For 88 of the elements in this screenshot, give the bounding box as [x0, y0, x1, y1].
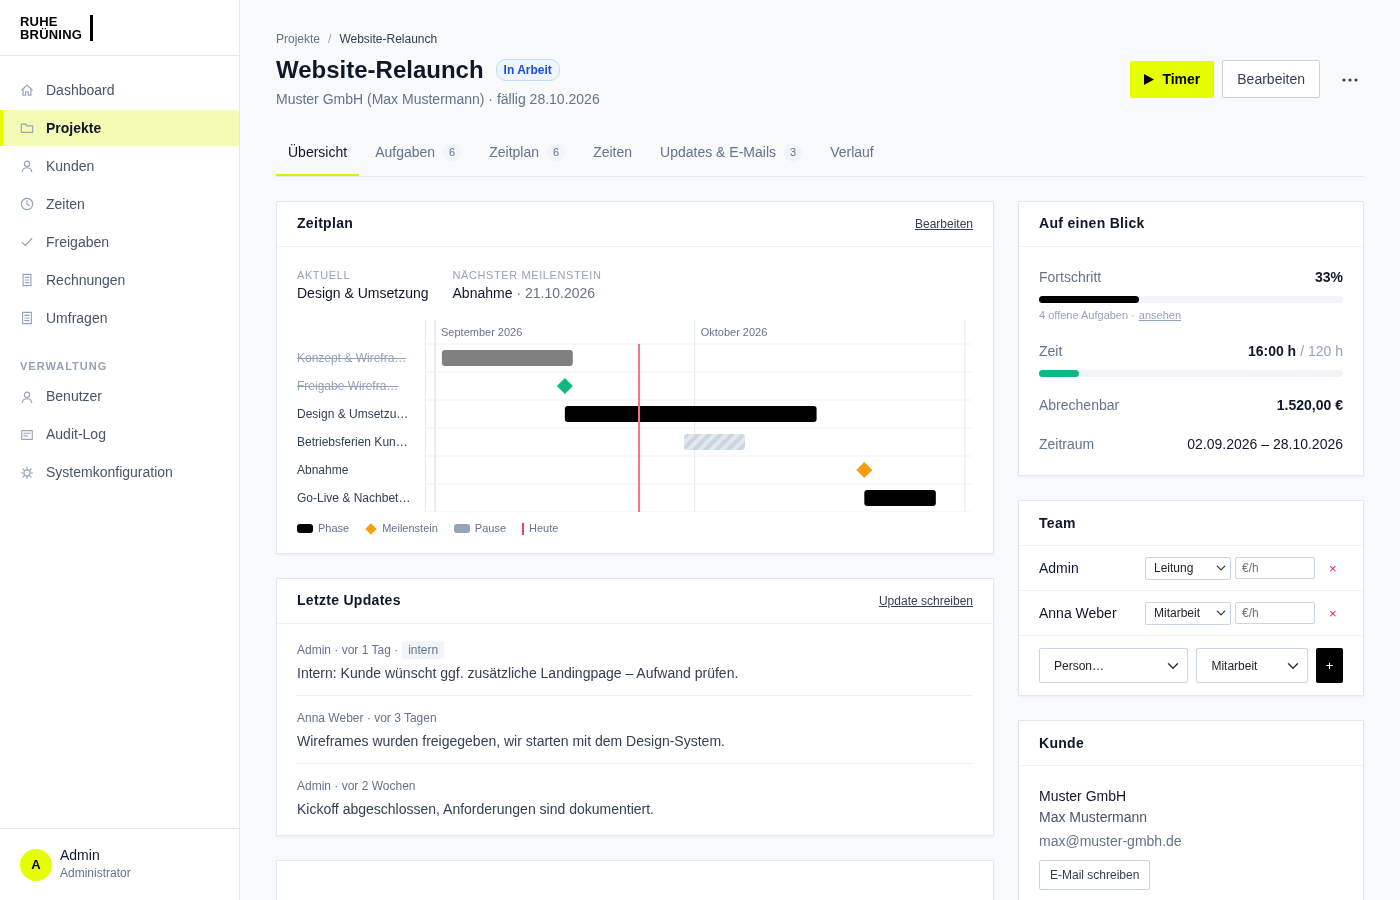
member-name: Admin: [1039, 558, 1080, 578]
timer-button[interactable]: Timer: [1130, 60, 1215, 98]
section-heading: VERWALTUNG: [19, 359, 109, 374]
row-label: Abnahme: [297, 462, 350, 480]
edit-button[interactable]: Bearbeiten: [1222, 60, 1320, 98]
update-meta: Admin · vor 2 Wochen: [297, 777, 416, 795]
card-action-link[interactable]: Update schreiben: [878, 591, 973, 610]
nav-item[interactable]: Projekte: [0, 110, 239, 146]
nav-item[interactable]: Benutzer: [0, 378, 239, 415]
breadcrumb-item: Website-Relaunch: [339, 31, 438, 48]
rate-field[interactable]: €/h: [1235, 602, 1315, 625]
tab[interactable]: Updates & E-Mails 3: [648, 133, 815, 176]
card-title: Team: [1039, 513, 1076, 533]
tab[interactable]: Zeiten: [581, 133, 645, 176]
person-select[interactable]: Person…: [1039, 648, 1189, 684]
nav-item[interactable]: Audit-Log: [0, 416, 239, 453]
count-badge: 3: [784, 143, 803, 162]
current-phase: Design & Umsetzung: [297, 284, 429, 304]
month-label: Oktober 2026: [700, 326, 768, 339]
card-action-link[interactable]: Bearbeiten: [914, 214, 973, 233]
nav-item[interactable]: Umfragen: [0, 300, 239, 336]
page-title: Website-Relaunch: [276, 56, 484, 85]
nav-item[interactable]: Kunden: [0, 148, 239, 184]
remove-button[interactable]: ×: [1325, 606, 1341, 620]
stat-label: Fortschritt: [1039, 267, 1102, 287]
stat-value: 1.520,00 €: [1276, 396, 1343, 416]
open-tasks-note: 4 offene Aufgaben ·: [1039, 307, 1135, 323]
email-link[interactable]: max@muster-gmbh.de: [1039, 831, 1182, 853]
nav-item[interactable]: Zeiten: [0, 186, 239, 222]
card-title: Letzte Updates: [297, 591, 401, 611]
stat-label: Zeitraum: [1039, 435, 1095, 455]
stat-value: 33%: [1314, 267, 1343, 287]
nav-item[interactable]: Rechnungen: [0, 262, 239, 298]
milestone-date: · 21.10.2026: [516, 284, 596, 304]
row-label: Design & Umsetzu…: [297, 406, 410, 424]
update-text: Intern: Kunde wünscht ggf. zusätzliche Landingpage – Aufwand prüfen.: [297, 663, 740, 683]
logo: RUHE BRÜNING: [0, 0, 239, 56]
role-select[interactable]: Leitung: [1145, 556, 1231, 580]
row-label: Konzept & Wirefra…: [297, 350, 408, 368]
legend-label: Phase: [318, 521, 350, 537]
legend-label: Heute: [529, 521, 559, 537]
caption: AKTUELL: [297, 267, 352, 283]
stat-value: 02.09.2026 – 28.10.2026: [1187, 435, 1343, 455]
avatar: A: [20, 848, 52, 881]
stat-value: 16:00 h: [1247, 342, 1297, 362]
update-meta: Anna Weber · vor 3 Tagen: [297, 709, 437, 727]
stat-label: Zeit: [1039, 342, 1063, 362]
update-text: Wireframes wurden freigegeben, wir starten mit dem Design-System.: [297, 731, 726, 751]
tab[interactable]: Verlauf: [818, 133, 886, 176]
tag: intern: [402, 640, 445, 659]
role-select[interactable]: Mitarbeit: [1196, 648, 1309, 684]
row-label: Betriebsferien Kun…: [297, 434, 409, 452]
breadcrumb-separator: /: [328, 31, 332, 48]
nav-item[interactable]: Systemkonfiguration: [0, 454, 239, 491]
row-label: Go-Live & Nachbet…: [297, 490, 412, 508]
month-label: September 2026: [441, 326, 523, 339]
tab[interactable]: Zeitplan 6: [477, 133, 578, 176]
update-text: Kickoff abgeschlossen, Anforderungen sind dokumentiert.: [297, 799, 655, 819]
rate-field[interactable]: €/h: [1235, 557, 1315, 580]
member-name: Anna Weber: [1039, 603, 1118, 623]
remove-button[interactable]: ×: [1325, 561, 1341, 575]
nav-item[interactable]: Dashboard: [0, 72, 239, 108]
contact-name: Max Mustermann: [1039, 808, 1149, 828]
status-badge: In Arbeit: [495, 59, 560, 82]
caption: NÄCHSTER MEILENSTEIN: [452, 267, 602, 283]
breadcrumb-item[interactable]: Projekte: [276, 30, 321, 48]
card-title: Zeitplan: [297, 214, 354, 234]
tab[interactable]: Aufgaben 6: [363, 133, 474, 176]
add-button[interactable]: +: [1316, 648, 1343, 684]
stat-budget: / 120 h: [1300, 342, 1343, 362]
row-label: Freigabe Wirefra…: [297, 378, 400, 396]
company-name: Muster GmbH: [1039, 787, 1128, 807]
role-select[interactable]: Mitarbeit: [1145, 601, 1231, 625]
update-meta: Admin · vor 1 Tag ·: [297, 641, 399, 659]
tab[interactable]: Übersicht: [276, 133, 360, 176]
legend-label: Pause: [474, 521, 507, 537]
user-role: Administrator: [60, 865, 131, 882]
legend-label: Meilenstein: [382, 521, 438, 537]
milestone-name: Abnahme: [452, 284, 513, 304]
nav-item[interactable]: Freigaben: [0, 224, 239, 260]
card-title: Auf einen Blick: [1039, 214, 1145, 234]
email-button[interactable]: E-Mail schreiben: [1039, 860, 1151, 891]
user-name: Admin: [60, 847, 101, 864]
count-badge: 6: [443, 143, 462, 162]
card-title: Kunde: [1039, 733, 1085, 753]
stat-label: Abrechenbar: [1039, 396, 1120, 416]
project-subtitle: Muster GmbH (Max Mustermann) · fällig 28.10.2026: [276, 89, 600, 109]
count-badge: 6: [547, 143, 566, 162]
